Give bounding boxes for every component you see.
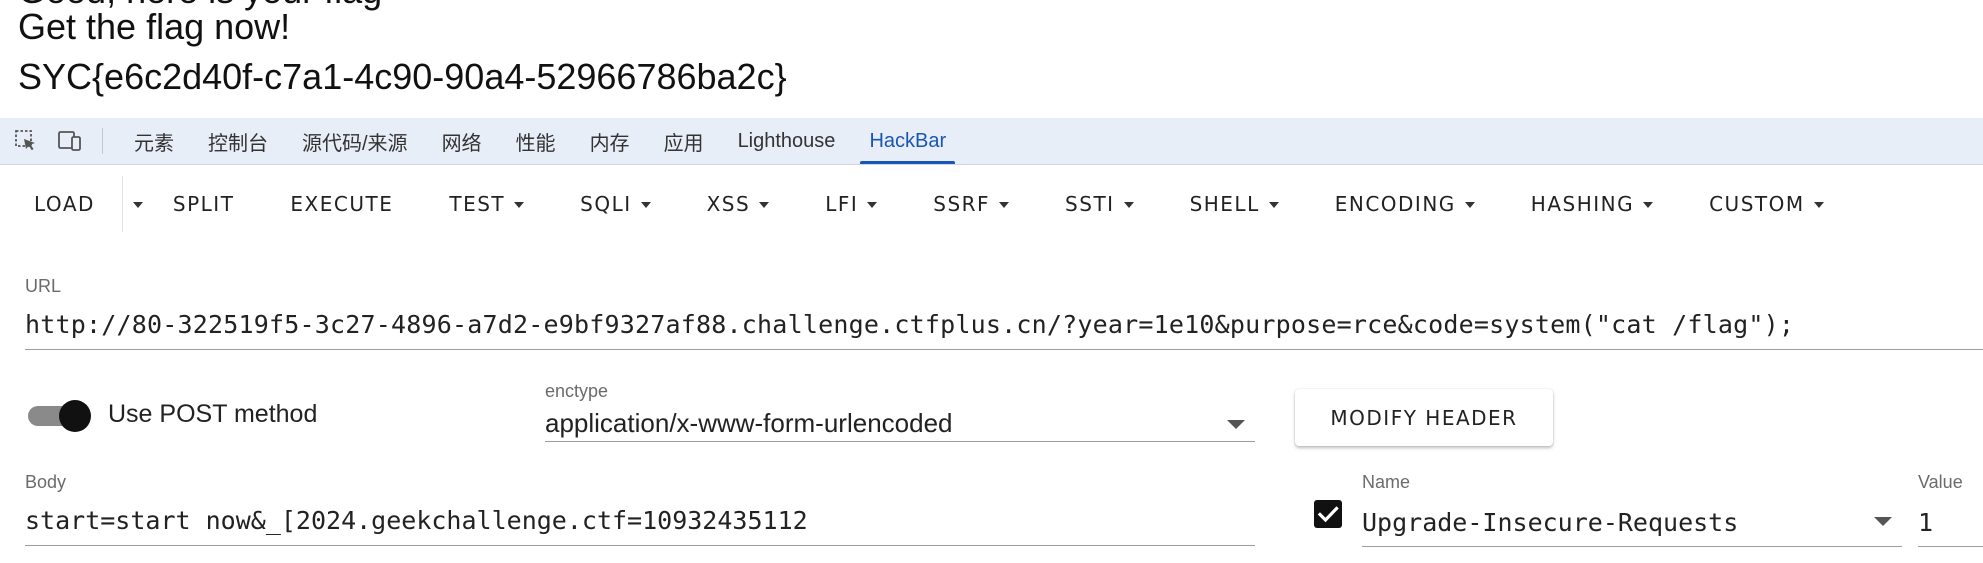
toggle-knob	[59, 400, 91, 432]
tab-memory[interactable]: 内存	[573, 118, 647, 164]
tab-application[interactable]: 应用	[647, 118, 721, 164]
tab-sources[interactable]: 源代码/来源	[285, 118, 425, 164]
post-method-label: Use POST method	[108, 400, 318, 428]
hackbar-toolbar: LOAD SPLIT EXECUTE TEST SQLI XSS LFI SSR…	[0, 165, 1983, 243]
chevron-down-icon	[514, 202, 525, 208]
toolbar-divider	[102, 128, 103, 154]
header-value-underline	[1918, 546, 1983, 547]
header-value-input[interactable]: 1	[1918, 508, 1933, 537]
modify-header-button[interactable]: MODIFY HEADER	[1295, 389, 1553, 446]
dropdown-arrow-icon[interactable]	[1227, 420, 1245, 429]
tab-lighthouse[interactable]: Lighthouse	[721, 118, 853, 164]
enctype-label: enctype	[545, 381, 609, 401]
custom-menu-label: CUSTOM	[1709, 192, 1805, 216]
post-method-toggle[interactable]	[28, 400, 92, 432]
ssti-menu-button[interactable]: SSTI	[1065, 165, 1134, 243]
url-underline	[25, 349, 1983, 350]
tab-network[interactable]: 网络	[425, 118, 499, 164]
load-menu-button[interactable]	[123, 165, 153, 243]
load-button[interactable]: LOAD	[34, 165, 95, 243]
checkmark-icon	[1317, 506, 1339, 523]
ssrf-menu-label: SSRF	[933, 192, 991, 216]
tab-elements[interactable]: 元素	[117, 118, 191, 164]
split-button[interactable]: SPLIT	[173, 165, 235, 243]
header-name-underline	[1362, 546, 1902, 547]
enctype-underline	[545, 441, 1255, 442]
xss-menu-label: XSS	[706, 192, 751, 216]
header-name-select[interactable]: Upgrade-Insecure-Requests	[1362, 508, 1738, 537]
test-menu-button[interactable]: TEST	[449, 165, 525, 243]
inspect-element-icon[interactable]	[12, 127, 40, 155]
chevron-down-icon	[1813, 202, 1824, 208]
flag-text: SYC{e6c2d40f-c7a1-4c90-90a4-52966786ba2c…	[18, 56, 787, 97]
body-input[interactable]: start=start now&_[2024.geekchallenge.ctf…	[25, 506, 808, 535]
xss-menu-button[interactable]: XSS	[707, 165, 770, 243]
enctype-select[interactable]: application/x-www-form-urlencoded	[545, 408, 953, 439]
body-label: Body	[25, 472, 67, 492]
device-toolbar-icon[interactable]	[56, 127, 84, 155]
execute-button[interactable]: EXECUTE	[290, 165, 393, 243]
encoding-menu-button[interactable]: ENCODING	[1335, 165, 1475, 243]
page-viewport: Good, here is your flag Get the flag now…	[0, 0, 1983, 118]
lfi-menu-button[interactable]: LFI	[825, 165, 878, 243]
dropdown-arrow-icon[interactable]	[1874, 517, 1892, 526]
page-message: Get the flag now!	[18, 6, 291, 47]
chevron-down-icon	[640, 202, 651, 208]
hashing-menu-button[interactable]: HASHING	[1530, 165, 1654, 243]
header-value-label: Value	[1918, 472, 1963, 492]
shell-menu-label: SHELL	[1189, 192, 1260, 216]
chevron-down-icon	[1123, 202, 1134, 208]
chevron-down-icon	[1268, 202, 1279, 208]
ssrf-menu-button[interactable]: SSRF	[933, 165, 1010, 243]
encoding-menu-label: ENCODING	[1334, 192, 1456, 216]
custom-menu-button[interactable]: CUSTOM	[1709, 165, 1824, 243]
chevron-down-icon	[1643, 202, 1654, 208]
chevron-down-icon	[999, 202, 1010, 208]
url-input[interactable]: http://80-322519f5-3c27-4896-a7d2-e9bf93…	[25, 310, 1794, 339]
sqli-menu-label: SQLI	[580, 192, 632, 216]
chevron-down-icon	[867, 202, 878, 208]
devtools-tab-bar: 元素 控制台 源代码/来源 网络 性能 内存 应用 Lighthouse Hac…	[0, 118, 1983, 165]
body-underline	[25, 545, 1255, 546]
chevron-down-icon	[1464, 202, 1475, 208]
hashing-menu-label: HASHING	[1530, 192, 1635, 216]
ssti-menu-label: SSTI	[1065, 192, 1115, 216]
sqli-menu-button[interactable]: SQLI	[580, 165, 651, 243]
test-menu-label: TEST	[449, 192, 506, 216]
tab-console[interactable]: 控制台	[191, 118, 285, 164]
lfi-menu-label: LFI	[825, 192, 859, 216]
chevron-down-icon	[759, 202, 770, 208]
shell-menu-button[interactable]: SHELL	[1190, 165, 1279, 243]
header-enabled-checkbox[interactable]	[1314, 500, 1342, 528]
tab-performance[interactable]: 性能	[499, 118, 573, 164]
chevron-down-icon	[132, 202, 143, 208]
url-label: URL	[25, 276, 62, 296]
header-name-label: Name	[1362, 472, 1411, 492]
tab-hackbar[interactable]: HackBar	[852, 118, 963, 164]
